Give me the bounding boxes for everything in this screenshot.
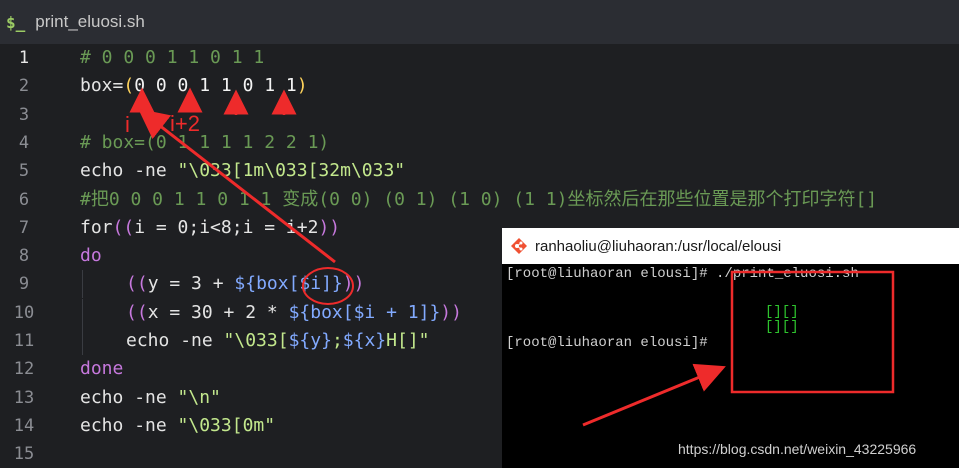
watermark: https://blog.csdn.net/weixin_43225966: [678, 441, 917, 457]
code-line[interactable]: 6 #把0 0 0 1 1 0 1 1 变成(0 0) (0 1) (1 0) (…: [0, 186, 959, 214]
code-text: echo -ne "\033[${y};${x}H[]": [80, 327, 430, 355]
terminal-title: ranhaoliu@liuhaoran:/usr/local/elousi: [535, 237, 782, 255]
code-line[interactable]: 1 # 0 0 0 1 1 0 1 1: [0, 44, 959, 72]
line-number: 13: [13, 387, 35, 408]
code-text: #把0 0 0 1 1 0 1 1 变成(0 0) (0 1) (1 0) (1…: [80, 186, 877, 214]
line-number: 6: [18, 189, 30, 210]
code-token: y = 3 +: [147, 273, 235, 295]
code-text: ((x = 30 + 2 * ${box[$i + 1]})): [80, 299, 462, 327]
line-number: 2: [18, 76, 30, 97]
code-text: for((i = 0;i<8;i = i+2)): [80, 214, 340, 242]
code-token: i = 0;i<8;i = i+2: [134, 216, 319, 238]
line-number: 11: [13, 331, 35, 351]
terminal-titlebar[interactable]: ranhaoliu@liuhaoran:/usr/local/elousi: [502, 228, 959, 264]
code-token: echo: [126, 330, 181, 351]
code-token: ((: [126, 273, 148, 295]
code-token: ): [296, 75, 308, 97]
code-token: ;: [331, 330, 343, 351]
code-token: "\033[: [223, 330, 289, 351]
line-number: 14: [13, 415, 35, 436]
code-token: echo: [80, 414, 135, 436]
code-text: done: [80, 355, 123, 383]
code-text: # box=(0 1 1 1 1 2 2 1): [80, 129, 329, 157]
code-token: ${box[$i + 1]}: [288, 301, 441, 323]
terminal-window[interactable]: ranhaoliu@liuhaoran:/usr/local/elousi [r…: [502, 228, 959, 468]
terminal-output-row-2: [][]: [765, 319, 799, 335]
code-line[interactable]: 4 # box=(0 1 1 1 1 2 2 1): [0, 129, 959, 157]
code-token: #把0 0 0 1 1 0 1 1 变成(0 0) (0 1) (1 0) (1…: [80, 188, 878, 210]
code-token: "\033[1m\033[32m\033": [177, 160, 406, 182]
shell-script-icon: $_: [6, 12, 26, 32]
code-text: box=(0 0 0 1 1 0 1 1): [80, 72, 308, 100]
code-text: echo -ne "\033[1m\033[32m\033": [80, 157, 405, 185]
code-token: -ne: [134, 414, 178, 436]
code-text: echo -ne "\033[0m": [80, 412, 275, 440]
line-number: 7: [18, 217, 30, 238]
code-line[interactable]: 5 echo -ne "\033[1m\033[32m\033": [0, 157, 959, 185]
code-text: ((y = 3 + ${box[$i]})): [80, 270, 364, 298]
line-number: 1: [18, 48, 30, 68]
code-token: # 0 0 0 1 1 0 1 1: [80, 47, 265, 68]
code-token: H[]": [386, 330, 430, 351]
annotation-label-i: i: [125, 112, 130, 137]
terminal-command-line: [root@liuhaoran elousi]# ./print_eluosi.…: [506, 266, 859, 282]
line-number: 15: [13, 444, 35, 465]
line-number: 5: [18, 161, 30, 182]
code-text: # 0 0 0 1 1 0 1 1: [80, 44, 264, 72]
terminal-prompt-line: [root@liuhaoran elousi]#: [506, 335, 708, 351]
code-token: )): [318, 216, 341, 238]
code-text: echo -ne "\n": [80, 384, 221, 412]
line-number: 4: [18, 132, 30, 153]
file-tab[interactable]: $_ print_eluosi.sh: [0, 0, 145, 44]
code-text: do: [80, 242, 102, 270]
line-number: 10: [13, 302, 35, 323]
code-token: ${box[$i]}: [234, 273, 343, 295]
line-number: 9: [18, 274, 30, 295]
code-token: 0 0 0 1 1 0 1 1: [134, 75, 297, 97]
line-number: 12: [13, 359, 35, 380]
code-token: ${x}: [342, 330, 387, 351]
code-token: -ne: [134, 160, 178, 182]
terminal-output-row-1: [][]: [765, 304, 799, 320]
line-number: 8: [18, 246, 30, 267]
code-token: (: [123, 75, 135, 97]
code-token: ((: [112, 216, 135, 238]
file-tab-title: print_eluosi.sh: [35, 12, 145, 31]
code-token: )): [342, 273, 365, 295]
code-token: do: [80, 245, 102, 267]
code-token: )): [440, 301, 462, 323]
code-token: "\033[0m": [177, 414, 276, 436]
line-number: 3: [18, 104, 30, 125]
code-token: ${y}: [288, 330, 332, 351]
code-line[interactable]: 2 box=(0 0 0 1 1 0 1 1): [0, 72, 959, 100]
code-token: "\n": [177, 386, 221, 408]
code-token: echo: [80, 160, 135, 182]
code-token: box=: [80, 75, 124, 97]
code-token: -ne: [134, 386, 178, 408]
code-token: for: [80, 216, 113, 238]
code-token: # box=(0 1 1 1 1 2 2 1): [80, 131, 330, 153]
annotation-label-i-plus-2: i+2: [170, 111, 200, 136]
code-token: ((: [126, 301, 148, 323]
code-token: done: [80, 358, 124, 380]
code-line[interactable]: 3: [0, 101, 959, 129]
git-bash-icon: [511, 238, 527, 254]
code-token: -ne: [180, 330, 224, 351]
code-token: x = 30 + 2 *: [147, 301, 289, 323]
tab-bar: $_ print_eluosi.sh: [0, 0, 959, 44]
code-token: echo: [80, 386, 135, 408]
